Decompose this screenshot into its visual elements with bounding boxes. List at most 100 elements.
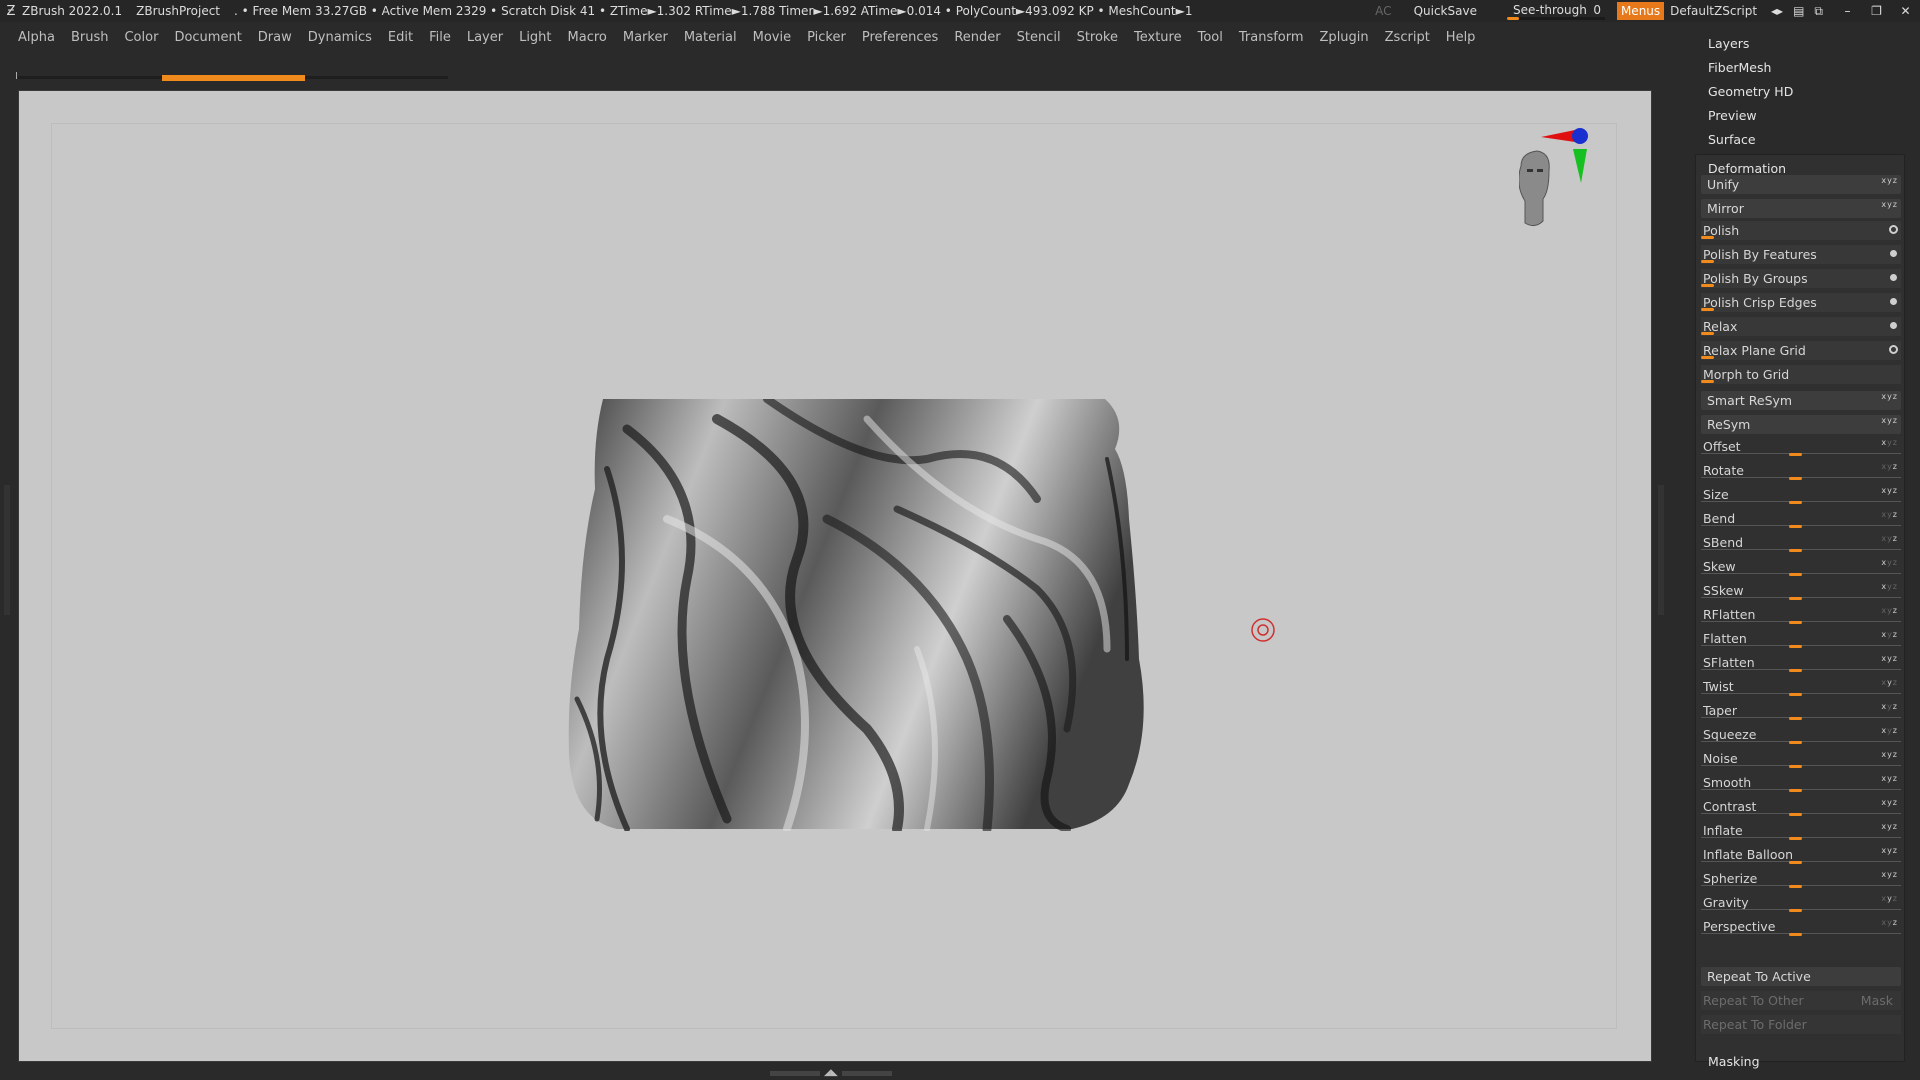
rotate-slider[interactable]: Rotate xyz: [1701, 461, 1901, 480]
slider-knob[interactable]: [1701, 356, 1714, 359]
slider-knob[interactable]: [1789, 837, 1802, 840]
axis-toggle-icons[interactable]: xyz: [1881, 510, 1898, 519]
slider-knob[interactable]: [1789, 573, 1802, 576]
polish-toggle[interactable]: Polish: [1701, 221, 1901, 240]
slider-knob[interactable]: [1789, 645, 1802, 648]
slider-knob[interactable]: [1701, 260, 1714, 263]
unify-button[interactable]: Unify xyz: [1701, 175, 1901, 194]
menu-texture[interactable]: Texture: [1134, 30, 1182, 45]
mask-button[interactable]: Mask: [1861, 993, 1893, 1008]
layout-icon[interactable]: ▤: [1793, 4, 1804, 19]
y-axis-arrow[interactable]: [1573, 149, 1587, 183]
menu-edit[interactable]: Edit: [388, 30, 413, 45]
axis-toggle-icons[interactable]: xyz: [1881, 534, 1898, 543]
slider-knob[interactable]: [1701, 236, 1714, 239]
polish-by-groups-toggle[interactable]: Polish By Groups: [1701, 269, 1901, 288]
axis-toggle-icons[interactable]: xyz: [1881, 870, 1898, 879]
menu-movie[interactable]: Movie: [753, 30, 791, 45]
menu-macro[interactable]: Macro: [568, 30, 607, 45]
mirror-button[interactable]: Mirror xyz: [1701, 199, 1901, 218]
slider-knob[interactable]: [1789, 933, 1802, 936]
dot-indicator-icon[interactable]: [1890, 298, 1897, 305]
axis-toggle-icons[interactable]: xyz: [1881, 630, 1898, 639]
axis-toggle-icons[interactable]: xyz: [1881, 654, 1898, 663]
axis-toggle-icons[interactable]: xyz: [1881, 822, 1898, 831]
noise-slider[interactable]: Noise xyz: [1701, 749, 1901, 768]
slider-knob[interactable]: [1789, 885, 1802, 888]
project-name[interactable]: ZBrushProject: [136, 4, 220, 18]
layers-subpalette[interactable]: Layers: [1708, 36, 1749, 51]
menu-file[interactable]: File: [429, 30, 451, 45]
slider-knob[interactable]: [1789, 813, 1802, 816]
dot-indicator-icon[interactable]: [1890, 274, 1897, 281]
axis-toggle-icons[interactable]: xyz: [1881, 200, 1898, 209]
left-shelf-handle[interactable]: [4, 485, 10, 615]
menu-stencil[interactable]: Stencil: [1017, 30, 1061, 45]
bend-slider[interactable]: Bend xyz: [1701, 509, 1901, 528]
inflate-slider[interactable]: Inflate xyz: [1701, 821, 1901, 840]
twist-slider[interactable]: Twist xyz: [1701, 677, 1901, 696]
menu-alpha[interactable]: Alpha: [18, 30, 55, 45]
slider-knob[interactable]: [1789, 909, 1802, 912]
menu-transform[interactable]: Transform: [1239, 30, 1304, 45]
document-canvas[interactable]: [18, 90, 1652, 1062]
axis-toggle-icons[interactable]: xyz: [1881, 438, 1898, 447]
axis-toggle-icons[interactable]: xyz: [1881, 462, 1898, 471]
deformation-title[interactable]: Deformation: [1708, 161, 1786, 176]
ring-indicator-icon[interactable]: [1889, 345, 1898, 354]
flatten-slider[interactable]: Flatten xyz: [1701, 629, 1901, 648]
morph-to-grid-toggle[interactable]: Morph to Grid: [1701, 365, 1901, 384]
x-axis-arrow[interactable]: [1541, 130, 1575, 142]
slider-knob[interactable]: [1789, 741, 1802, 744]
sbend-slider[interactable]: SBend xyz: [1701, 533, 1901, 552]
bottom-shelf-handle[interactable]: ◢◣: [770, 1069, 900, 1078]
slider-knob[interactable]: [1789, 789, 1802, 792]
slider-knob[interactable]: [1789, 765, 1802, 768]
axis-toggle-icons[interactable]: xyz: [1881, 774, 1898, 783]
gravity-slider[interactable]: Gravity xyz: [1701, 893, 1901, 912]
restore-icon[interactable]: ❐: [1862, 4, 1891, 18]
slider-knob[interactable]: [1789, 669, 1802, 672]
axis-toggle-icons[interactable]: xyz: [1881, 606, 1898, 615]
axis-toggle-icons[interactable]: xyz: [1881, 416, 1898, 425]
menu-marker[interactable]: Marker: [623, 30, 668, 45]
axis-toggle-icons[interactable]: xyz: [1881, 486, 1898, 495]
menu-color[interactable]: Color: [124, 30, 158, 45]
head-orientation-icon[interactable]: [1518, 121, 1599, 231]
sskew-slider[interactable]: SSkew xyz: [1701, 581, 1901, 600]
masking-subpalette[interactable]: Masking: [1708, 1054, 1760, 1069]
slider-knob[interactable]: [1701, 308, 1714, 311]
close-icon[interactable]: ✕: [1891, 4, 1920, 18]
smooth-slider[interactable]: Smooth xyz: [1701, 773, 1901, 792]
repeat-to-folder-button[interactable]: Repeat To Folder: [1701, 1015, 1901, 1034]
slider-knob[interactable]: [1789, 477, 1802, 480]
repeat-to-other-button[interactable]: Repeat To Other Mask: [1701, 991, 1901, 1010]
ac-button[interactable]: AC: [1375, 4, 1391, 18]
slider-knob[interactable]: [1789, 621, 1802, 624]
axis-toggle-icons[interactable]: xyz: [1881, 702, 1898, 711]
polish-by-features-toggle[interactable]: Polish By Features: [1701, 245, 1901, 264]
right-shelf-handle[interactable]: [1658, 485, 1664, 615]
menu-help[interactable]: Help: [1446, 30, 1476, 45]
surface-subpalette[interactable]: Surface: [1708, 132, 1756, 147]
axis-toggle-icons[interactable]: xyz: [1881, 176, 1898, 185]
axis-toggle-icons[interactable]: xyz: [1881, 392, 1898, 401]
menu-light[interactable]: Light: [519, 30, 551, 45]
see-through-knob[interactable]: [1506, 17, 1519, 20]
dot-indicator-icon[interactable]: [1890, 322, 1897, 329]
menu-document[interactable]: Document: [174, 30, 241, 45]
dot-indicator-icon[interactable]: [1890, 250, 1897, 257]
relax-plane-grid-toggle[interactable]: Relax Plane Grid: [1701, 341, 1901, 360]
inflate-balloon-slider[interactable]: Inflate Balloon xyz: [1701, 845, 1901, 864]
slider-knob[interactable]: [1789, 861, 1802, 864]
polish-crisp-edges-toggle[interactable]: Polish Crisp Edges: [1701, 293, 1901, 312]
axis-toggle-icons[interactable]: xyz: [1881, 726, 1898, 735]
see-through-slider[interactable]: See-through 0: [1506, 2, 1605, 20]
spherize-slider[interactable]: Spherize xyz: [1701, 869, 1901, 888]
slider-knob[interactable]: [1789, 549, 1802, 552]
sculpt-model[interactable]: [567, 399, 1167, 831]
slider-knob[interactable]: [1789, 453, 1802, 456]
ui-swap-icon[interactable]: ⧉: [1814, 4, 1823, 19]
slider-knob[interactable]: [1789, 693, 1802, 696]
axis-toggle-icons[interactable]: xyz: [1881, 582, 1898, 591]
